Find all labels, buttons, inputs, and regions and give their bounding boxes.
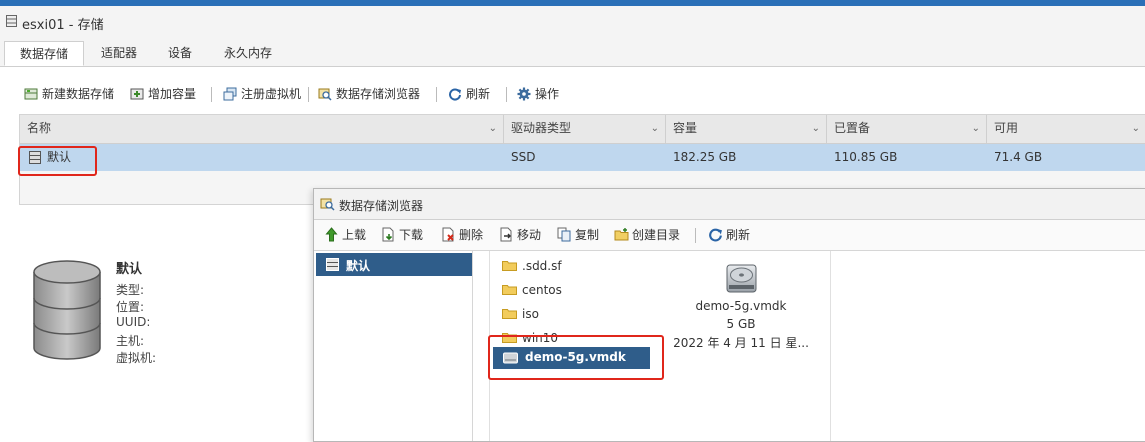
- tab-persistent-memory[interactable]: 永久内存: [212, 41, 284, 66]
- download-label: 下载: [399, 228, 424, 242]
- download-button[interactable]: 下载: [381, 220, 423, 250]
- toolbar-separator: [308, 87, 309, 102]
- new-datastore-label: 新建数据存储: [42, 87, 115, 101]
- datastore-detail-name: 默认: [116, 262, 143, 277]
- datastore-browser-icon: [320, 198, 335, 211]
- gear-icon: [517, 87, 531, 100]
- chevron-down-icon: ⌄: [1131, 123, 1140, 134]
- new-folder-icon: [614, 228, 629, 241]
- table-row[interactable]: 默认 SSD 182.25 GB 110.85 GB 71.4 GB: [20, 144, 1145, 171]
- column-header-free[interactable]: 可用 ⌄: [987, 115, 1145, 143]
- list-item[interactable]: centos: [502, 280, 562, 300]
- detail-label-host: 主机:: [116, 334, 145, 348]
- drive-type-cell: SSD: [511, 150, 536, 164]
- free-cell: 71.4 GB: [994, 150, 1043, 164]
- new-datastore-button[interactable]: 新建数据存储: [24, 82, 114, 106]
- datastore-list-item[interactable]: 默认: [316, 253, 472, 276]
- detail-label-type: 类型:: [116, 283, 145, 297]
- browser-refresh-label: 刷新: [726, 228, 751, 242]
- datastore-list-pane: 默认: [314, 251, 473, 441]
- new-datastore-icon: [24, 88, 38, 99]
- column-header-name[interactable]: 名称 ⌄: [20, 115, 504, 143]
- toolbar-separator: [695, 228, 696, 243]
- window-titlebar: esxi01 - 存储: [0, 6, 1145, 37]
- tab-datastores[interactable]: 数据存储: [4, 41, 84, 66]
- highlight-box-file: [488, 335, 664, 380]
- increase-capacity-button[interactable]: 增加容量: [130, 82, 196, 106]
- move-button[interactable]: 移动: [499, 220, 541, 250]
- browser-toolbar: 上载 下载 删除 移动 复制 创建目录 刷新: [314, 220, 1145, 251]
- folder-icon: [502, 285, 517, 295]
- actions-label: 操作: [535, 87, 560, 101]
- datastore-list-label: 默认: [346, 259, 371, 273]
- copy-button[interactable]: 复制: [557, 220, 599, 250]
- toolbar-separator: [506, 87, 507, 102]
- provisioned-cell: 110.85 GB: [834, 150, 898, 164]
- delete-label: 删除: [459, 228, 484, 242]
- list-item[interactable]: iso: [502, 304, 539, 324]
- folder-icon: [502, 309, 517, 319]
- actions-button[interactable]: 操作: [517, 82, 559, 106]
- delete-icon: [442, 227, 454, 242]
- chevron-down-icon: ⌄: [488, 123, 497, 134]
- column-header-drive-type[interactable]: 驱动器类型 ⌄: [504, 115, 666, 143]
- datastore-browser-button[interactable]: 数据存储浏览器: [318, 82, 420, 106]
- create-directory-label: 创建目录: [632, 228, 681, 242]
- increase-capacity-label: 增加容量: [148, 87, 197, 101]
- column-header-capacity[interactable]: 容量 ⌄: [666, 115, 827, 143]
- browser-refresh-button[interactable]: 刷新: [708, 220, 750, 250]
- refresh-icon: [449, 88, 461, 101]
- upload-button[interactable]: 上载: [324, 220, 366, 250]
- register-vm-label: 注册虚拟机: [241, 87, 302, 101]
- upload-icon: [325, 227, 338, 242]
- chevron-down-icon: ⌄: [971, 123, 980, 134]
- toolbar-separator: [211, 87, 212, 102]
- datastore-toolbar: 新建数据存储 增加容量 注册虚拟机 数据存储浏览器 刷新 操作: [18, 82, 1138, 106]
- capacity-cell: 182.25 GB: [673, 150, 737, 164]
- download-icon: [382, 227, 394, 242]
- refresh-button[interactable]: 刷新: [448, 82, 490, 106]
- toolbar-separator: [436, 87, 437, 102]
- tab-adapters[interactable]: 适配器: [88, 41, 150, 66]
- dialog-titlebar[interactable]: 数据存储浏览器: [314, 189, 1145, 220]
- tab-devices[interactable]: 设备: [152, 41, 208, 66]
- folder-icon: [502, 261, 517, 271]
- datastore-browser-icon: [318, 88, 332, 101]
- detail-label-location: 位置:: [116, 300, 145, 314]
- column-header-provisioned[interactable]: 已置备 ⌄: [827, 115, 987, 143]
- detail-label-uuid: UUID:: [116, 315, 151, 329]
- preview-file-date: 2022 年 4 月 11 日 星...: [673, 336, 809, 350]
- list-item[interactable]: .sdd.sf: [502, 256, 562, 276]
- preview-file-name: demo-5g.vmdk: [695, 299, 787, 313]
- copy-icon: [557, 227, 571, 242]
- move-label: 移动: [517, 228, 542, 242]
- increase-capacity-icon: [130, 88, 144, 99]
- highlight-box-datastore: [18, 146, 97, 176]
- datastore-icon: [326, 258, 339, 271]
- create-directory-button[interactable]: 创建目录: [614, 220, 680, 250]
- file-preview-pane: demo-5g.vmdk 5 GB 2022 年 4 月 11 日 星...: [652, 251, 831, 441]
- storage-icon: [6, 15, 17, 27]
- detail-label-vms: 虚拟机:: [116, 351, 157, 365]
- delete-button[interactable]: 删除: [441, 220, 483, 250]
- refresh-label: 刷新: [466, 87, 491, 101]
- window-title: esxi01 - 存储: [22, 18, 104, 33]
- grid-header: 名称 ⌄ 驱动器类型 ⌄ 容量 ⌄ 已置备 ⌄ 可用 ⌄: [20, 115, 1145, 144]
- tab-bar: 数据存储 适配器 设备 永久内存: [0, 36, 1145, 67]
- refresh-icon: [709, 228, 722, 242]
- chevron-down-icon: ⌄: [811, 123, 820, 134]
- register-vm-button[interactable]: 注册虚拟机: [223, 82, 301, 106]
- copy-label: 复制: [575, 228, 600, 242]
- datastore-browser-dialog: 数据存储浏览器 上载 下载 删除 移动 复制 创建目录 刷新 默认 .sdd.s…: [313, 188, 1145, 442]
- dialog-title: 数据存储浏览器: [339, 199, 424, 213]
- register-vm-icon: [223, 87, 237, 100]
- move-icon: [500, 227, 512, 242]
- upload-label: 上载: [342, 228, 367, 242]
- preview-file-size: 5 GB: [726, 317, 756, 331]
- hard-disk-icon: [726, 264, 757, 293]
- datastore-browser-label: 数据存储浏览器: [336, 87, 421, 101]
- chevron-down-icon: ⌄: [650, 123, 659, 134]
- database-icon: [33, 260, 101, 360]
